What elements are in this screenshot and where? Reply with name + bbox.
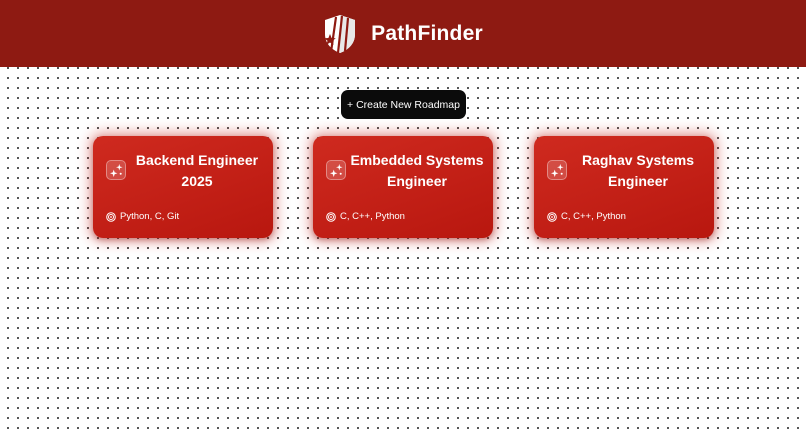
target-icon bbox=[547, 211, 557, 222]
roadmap-card[interactable]: Raghav Systems Engineer C, C++, Python bbox=[534, 136, 714, 238]
create-roadmap-button[interactable]: + Create New Roadmap bbox=[341, 90, 466, 119]
roadmap-title: Backend Engineer 2025 bbox=[135, 152, 259, 189]
roadmap-title: Raghav Systems Engineer bbox=[581, 152, 695, 189]
target-icon bbox=[106, 211, 116, 222]
roadmap-skills: C, C++, Python bbox=[547, 211, 626, 222]
sparkles-icon bbox=[326, 160, 346, 180]
sparkles-icon bbox=[106, 160, 126, 180]
app-title: PathFinder bbox=[371, 21, 483, 45]
roadmap-skills-text: Python, C, Git bbox=[120, 211, 180, 222]
roadmap-card[interactable]: Embedded Systems Engineer C, C++, Python bbox=[313, 136, 493, 238]
roadmap-skills: C, C++, Python bbox=[326, 211, 405, 222]
brand[interactable]: PathFinder bbox=[323, 14, 483, 54]
target-icon bbox=[326, 211, 336, 222]
roadmap-card[interactable]: Backend Engineer 2025 Python, C, Git bbox=[93, 136, 273, 238]
roadmap-skills-text: C, C++, Python bbox=[340, 211, 405, 222]
roadmap-skills: Python, C, Git bbox=[106, 211, 179, 222]
roadmap-title: Embedded Systems Engineer bbox=[350, 152, 484, 189]
shield-star-logo-icon bbox=[324, 14, 356, 53]
roadmap-skills-text: C, C++, Python bbox=[561, 211, 626, 222]
app-header: PathFinder bbox=[0, 0, 806, 67]
sparkles-icon bbox=[547, 160, 567, 180]
